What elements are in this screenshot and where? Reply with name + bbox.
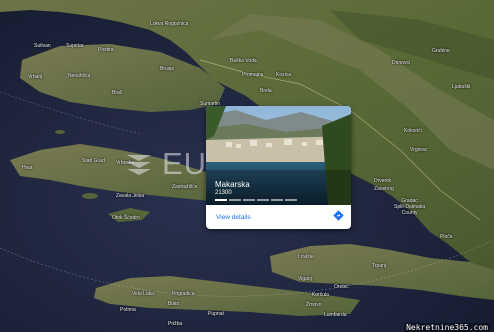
place-label[interactable]: Stari Grad <box>82 158 105 164</box>
place-label[interactable]: Zaostrog <box>374 186 394 192</box>
place-label[interactable]: Ljubuški <box>452 84 470 90</box>
place-label[interactable]: Korčula <box>312 292 329 298</box>
place-label[interactable]: Ploče <box>440 234 453 240</box>
islet <box>82 193 98 199</box>
place-label[interactable]: Brusje <box>160 66 174 72</box>
place-label[interactable]: Vrbanj <box>28 74 42 80</box>
directions-icon <box>333 210 344 221</box>
place-label[interactable]: Kokorići <box>404 128 422 134</box>
place-title: Makarska <box>215 180 250 189</box>
place-card[interactable]: Makarska 21300 View details <box>206 106 351 229</box>
place-label[interactable]: Vrgorac <box>410 147 427 153</box>
place-label[interactable]: Orebić <box>334 284 349 290</box>
place-label[interactable]: Promajna <box>242 72 263 78</box>
place-label[interactable]: Potirna <box>120 307 136 313</box>
place-label[interactable]: Blato <box>168 301 179 307</box>
place-label[interactable]: Postira <box>98 47 114 53</box>
place-label[interactable]: Grubine <box>432 48 450 54</box>
place-label[interactable]: Pupnat <box>208 311 224 317</box>
place-label[interactable]: Trpanj <box>372 263 386 269</box>
place-label[interactable]: Brela <box>260 88 272 94</box>
place-label[interactable]: Kozica <box>276 72 291 78</box>
place-label[interactable]: Nerežišća <box>68 73 90 79</box>
view-details-link[interactable]: View details <box>216 214 251 221</box>
place-label[interactable]: Lovište <box>298 254 314 260</box>
place-label[interactable]: Zastražišće <box>172 184 198 190</box>
photo-dot[interactable] <box>271 199 283 201</box>
photo-dot[interactable] <box>243 199 255 201</box>
place-label[interactable]: Prigradica <box>172 291 195 297</box>
source-credit: Nekretnine365.com <box>404 323 490 332</box>
place-label[interactable]: Brač <box>112 90 122 96</box>
place-label[interactable]: Sutivan <box>34 43 51 49</box>
place-label[interactable]: Gradac Split-Dalmatia County <box>394 198 425 216</box>
photo-pagination[interactable] <box>215 199 297 201</box>
directions-button[interactable] <box>332 209 345 222</box>
place-label[interactable]: Prižba <box>168 321 182 327</box>
place-label[interactable]: Žrnovo <box>306 302 322 308</box>
eurovilla-logo-icon <box>127 155 151 175</box>
photo-dot[interactable] <box>285 199 297 201</box>
place-label[interactable]: Hvar <box>22 165 33 171</box>
place-label[interactable]: Drvenik <box>374 178 391 184</box>
photo-dot[interactable] <box>215 199 227 201</box>
place-label[interactable]: Supetar <box>66 43 84 49</box>
place-label[interactable]: Zavala Jelsa <box>116 193 144 199</box>
place-photo[interactable]: Makarska 21300 <box>206 106 351 205</box>
place-label[interactable]: Drinovci <box>392 60 410 66</box>
place-label[interactable]: Otok Šćedro <box>112 215 140 221</box>
islet <box>55 130 65 134</box>
place-label[interactable]: Vela Luka <box>132 291 154 297</box>
place-label[interactable]: Baška Voda <box>230 58 257 64</box>
photo-dot[interactable] <box>229 199 241 201</box>
place-label[interactable]: Lumbarda <box>324 312 347 318</box>
place-label[interactable]: Viganj <box>298 276 312 282</box>
place-label[interactable]: Lokva Rogoznica <box>150 21 188 27</box>
photo-dot[interactable] <box>257 199 269 201</box>
place-postcode: 21300 <box>215 190 232 196</box>
